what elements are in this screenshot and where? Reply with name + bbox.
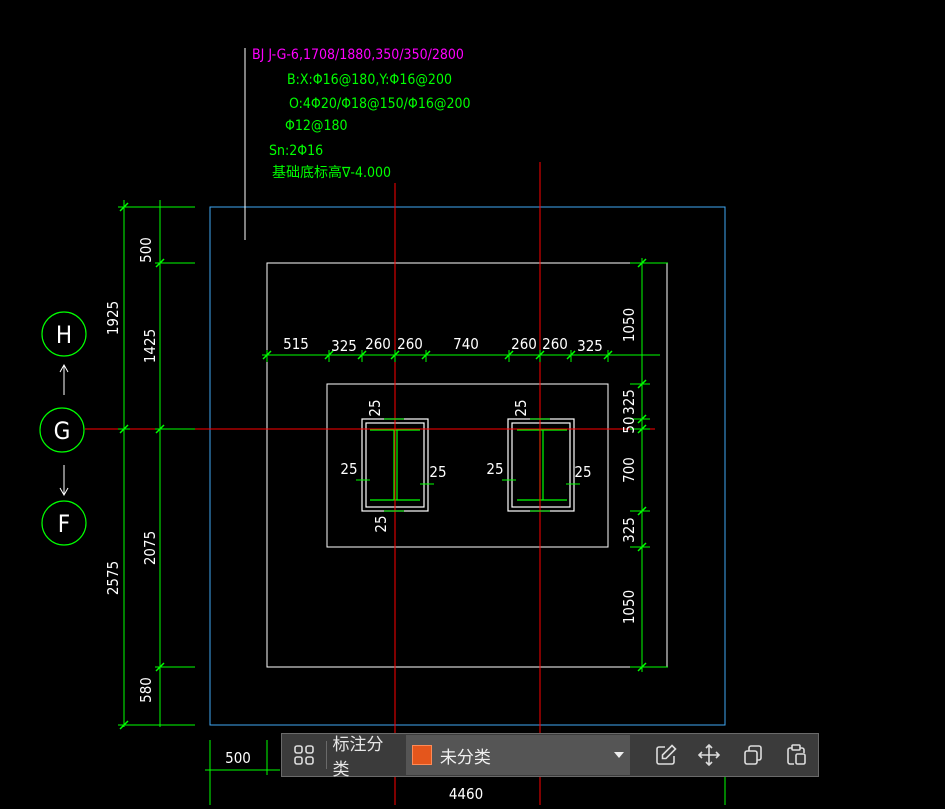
dimension-ticks — [119, 202, 647, 730]
dim-bottom-4460[interactable]: 4460 — [449, 785, 483, 803]
axis-bubble-h[interactable]: H — [41, 311, 87, 357]
grid-menu-icon — [293, 745, 314, 765]
category-color-swatch — [411, 745, 432, 765]
dim-bottom-500[interactable]: 500 — [225, 749, 251, 767]
dim-left-1925[interactable]: 1925 — [104, 301, 122, 335]
foundation-boundary[interactable] — [209, 206, 726, 726]
dim-col1-left[interactable]: 25 — [340, 460, 357, 478]
axis-label-g: G — [54, 417, 71, 445]
dim-top-260a[interactable]: 260 — [365, 335, 391, 353]
annotation-line4[interactable]: Φ12@180 — [285, 118, 348, 134]
grid-menu-button[interactable] — [282, 734, 326, 776]
annotation-line6[interactable]: 基础底标高∇-4.000 — [272, 164, 391, 181]
move-button[interactable] — [687, 734, 731, 776]
annotation-line1[interactable]: BJ J-G-6,1708/1880,350/350/2800 — [252, 47, 464, 63]
dim-col2-left[interactable]: 25 — [486, 460, 503, 478]
axis-bubble-g[interactable]: G — [39, 407, 85, 453]
dim-left-1425[interactable]: 1425 — [141, 329, 159, 363]
cad-drawing-canvas[interactable]: BJ J-G-6,1708/1880,350/350/2800 B:X:Φ16@… — [0, 0, 945, 809]
paste-icon — [787, 744, 807, 765]
dim-left-580[interactable]: 580 — [137, 677, 155, 703]
edit-button[interactable] — [644, 734, 688, 776]
dim-top-260b[interactable]: 260 — [397, 335, 423, 353]
edit-icon — [655, 744, 677, 765]
annotation-line5[interactable]: Sn:2Φ16 — [269, 143, 323, 159]
move-icon — [697, 743, 721, 767]
dim-col2-right[interactable]: 25 — [574, 463, 591, 481]
dim-col1-bottom[interactable]: 25 — [372, 515, 390, 532]
category-dropdown-value: 未分类 — [439, 747, 491, 768]
annotation-line3[interactable]: O:4Φ20/Φ18@150/Φ16@200 — [289, 96, 471, 112]
chevron-down-icon — [613, 752, 624, 758]
paste-button[interactable] — [774, 734, 818, 776]
dim-right-1050b[interactable]: 1050 — [620, 590, 638, 624]
copy-button[interactable] — [731, 734, 775, 776]
dim-right-1050a[interactable]: 1050 — [620, 308, 638, 342]
axis-label-h: H — [56, 321, 72, 349]
dim-right-700[interactable]: 700 — [620, 457, 638, 483]
dim-top-740[interactable]: 740 — [453, 335, 479, 353]
steel-column-2[interactable] — [507, 418, 575, 512]
toolbar-separator — [325, 741, 327, 769]
dim-right-325a[interactable]: 325 — [620, 389, 638, 415]
dimension-lines — [118, 200, 726, 805]
dim-left-2575[interactable]: 2575 — [104, 561, 122, 595]
dim-col2-top[interactable]: 25 — [512, 399, 530, 416]
dim-right-325b[interactable]: 325 — [620, 517, 638, 543]
dim-col1-right[interactable]: 25 — [429, 463, 446, 481]
category-dropdown[interactable]: 未分类 — [405, 735, 630, 775]
category-label: 标注分类 — [332, 735, 384, 780]
dim-left-2075[interactable]: 2075 — [141, 531, 159, 565]
dim-col1-top[interactable]: 25 — [366, 399, 384, 416]
dim-top-260d[interactable]: 260 — [542, 335, 568, 353]
dim-top-260c[interactable]: 260 — [511, 335, 537, 353]
copy-icon — [743, 745, 762, 765]
dim-top-325b[interactable]: 325 — [577, 337, 603, 355]
axis-bubble-f[interactable]: F — [41, 500, 87, 546]
dim-left-500[interactable]: 500 — [137, 237, 155, 263]
annotation-line2[interactable]: B:X:Φ16@180,Y:Φ16@200 — [287, 72, 452, 88]
dim-right-50[interactable]: 50 — [620, 416, 638, 433]
dim-top-515[interactable]: 515 — [283, 335, 309, 353]
dim-top-325a[interactable]: 325 — [331, 337, 357, 355]
annotation-toolbar: 标注分类 未分类 — [281, 733, 819, 780]
axis-label-f: F — [58, 510, 70, 538]
